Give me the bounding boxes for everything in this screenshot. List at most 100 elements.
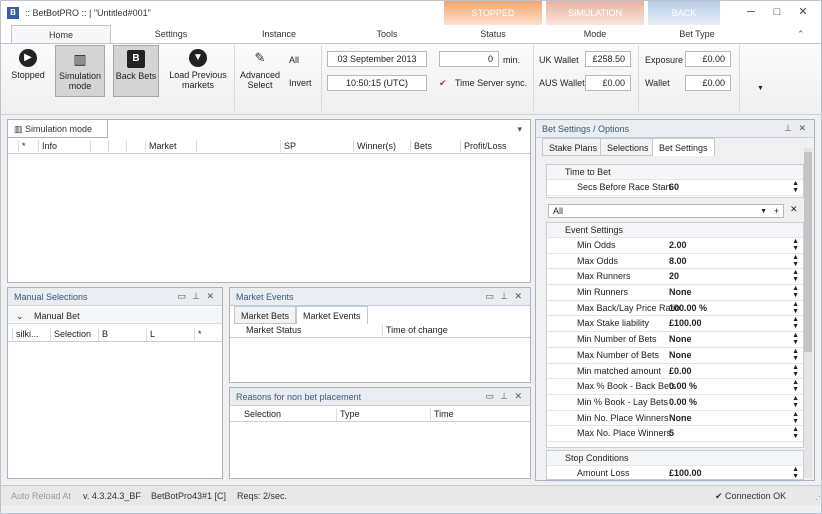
setting-row[interactable]: Min % Book - Lay Bets 0.00 % ▲ ▼ [547, 395, 803, 411]
col-selection[interactable]: Selection [234, 408, 281, 422]
setting-value[interactable]: 8.00 [669, 254, 687, 269]
setting-row[interactable]: Max Stake liability £100.00 ▲ ▼ [547, 316, 803, 333]
app-logo-icon[interactable]: B [7, 7, 19, 19]
resize-grip-icon[interactable]: ⋰ [809, 486, 822, 506]
tab-settings[interactable]: Settings [121, 25, 221, 43]
setting-row[interactable]: Min Number of Bets None ▲ ▼ [547, 332, 803, 348]
amount-loss-value[interactable]: £100.00 [669, 466, 702, 481]
close-icon[interactable]: ✕ [798, 123, 806, 134]
spinner-icon[interactable]: ▲ ▼ [792, 285, 799, 299]
setting-value[interactable]: 2.00 [669, 238, 687, 253]
setting-value[interactable]: 0.00 % [669, 379, 697, 394]
pin-icon[interactable]: ⊥ [500, 291, 508, 302]
spinner-icon[interactable]: ▲ ▼ [792, 269, 799, 283]
setting-value[interactable]: 5 [669, 426, 674, 441]
setting-row[interactable]: Min matched amount £0.00 ▲ ▼ [547, 364, 803, 380]
amount-loss-row[interactable]: Amount Loss £100.00 ▲ ▼ [547, 466, 803, 482]
col-selection[interactable]: Selection [50, 328, 91, 342]
col-time[interactable]: Time [430, 408, 454, 422]
col-info[interactable]: Info [38, 140, 57, 154]
tab-bet-type[interactable]: Bet Type [648, 25, 746, 43]
spinner-icon[interactable]: ▲ ▼ [792, 426, 799, 440]
secs-value[interactable]: 60 [669, 180, 679, 195]
setting-row[interactable]: Max No. Place Winners 5 ▲ ▼ [547, 426, 803, 442]
setting-value[interactable]: None [669, 411, 692, 426]
setting-value[interactable]: 20 [669, 269, 679, 284]
spinner-icon[interactable]: ▲ ▼ [792, 254, 799, 268]
col-blank-2[interactable] [108, 140, 112, 154]
window-icon[interactable]: ▭ [177, 291, 186, 302]
pin-icon[interactable]: ⊥ [500, 391, 508, 402]
event-settings-header[interactable]: Event Settings [547, 223, 803, 238]
plus-icon[interactable]: + [774, 205, 779, 218]
setting-row[interactable]: Max Number of Bets None ▲ ▼ [547, 348, 803, 364]
col-star[interactable]: * [18, 140, 26, 154]
close-icon[interactable]: ✕ [514, 391, 522, 402]
stop-conditions-header[interactable]: Stop Conditions [547, 451, 803, 466]
context-tab-stopped[interactable]: STOPPED [444, 1, 542, 25]
spinner-icon[interactable]: ▲ ▼ [792, 316, 799, 330]
col-market-status[interactable]: Market Status [234, 324, 302, 338]
col-market[interactable]: Market [145, 140, 177, 154]
panel-tab[interactable]: ▥ Simulation mode [8, 120, 108, 138]
spinner-icon[interactable]: ▲ ▼ [792, 180, 799, 194]
setting-value[interactable]: 0.00 % [669, 395, 697, 410]
col-blank-3[interactable] [126, 140, 130, 154]
time-to-bet-header[interactable]: Time to Bet [547, 165, 803, 180]
setting-row[interactable]: Max % Book - Back Bets 0.00 % ▲ ▼ [547, 379, 803, 395]
col-bets[interactable]: Bets [410, 140, 432, 154]
close-icon[interactable]: ✕ [791, 5, 815, 20]
back-bets-button[interactable]: B Back Bets [113, 45, 159, 97]
tab-stake-plans[interactable]: Stake Plans [542, 138, 605, 156]
close-icon[interactable]: ✕ [206, 291, 214, 302]
setting-row[interactable]: Max Back/Lay Price Ratio 100.00 % ▲ ▼ [547, 301, 803, 317]
advanced-select-button[interactable]: ✎ Advanced Select [237, 45, 283, 97]
tab-bet-settings[interactable]: Bet Settings [652, 138, 715, 156]
simulation-mode-button[interactable]: ▥ Simulation mode [55, 45, 105, 97]
time-server-sync-button[interactable]: Time Server sync. [455, 78, 527, 88]
window-icon[interactable]: ▭ [485, 291, 494, 302]
window-icon[interactable]: ▭ [485, 391, 494, 402]
maximize-icon[interactable]: □ [765, 5, 789, 20]
col-profit-loss[interactable]: Profit/Loss [460, 140, 507, 154]
col-blank-1[interactable] [90, 140, 94, 154]
col-sp[interactable]: SP [280, 140, 296, 154]
setting-row[interactable]: Min No. Place Winners None ▲ ▼ [547, 411, 803, 427]
setting-value[interactable]: £0.00 [669, 364, 692, 379]
tab-instance[interactable]: Instance [229, 25, 329, 43]
tab-mode[interactable]: Mode [546, 25, 644, 43]
col-l[interactable]: L [146, 328, 155, 342]
minutes-field[interactable]: 0 [439, 51, 499, 67]
scrollbar-thumb[interactable] [804, 152, 812, 352]
tab-tools[interactable]: Tools [337, 25, 437, 43]
setting-value[interactable]: None [669, 348, 692, 363]
col-time-of-change[interactable]: Time of change [382, 324, 448, 338]
spinner-icon[interactable]: ▲ ▼ [792, 466, 799, 480]
tab-market-bets[interactable]: Market Bets [234, 306, 297, 324]
close-filter-icon[interactable]: ✕ [790, 204, 798, 215]
setting-row[interactable]: Min Runners None ▲ ▼ [547, 285, 803, 301]
spinner-icon[interactable]: ▲ ▼ [792, 348, 799, 362]
col-silk[interactable]: silki... [12, 328, 39, 342]
date-field[interactable]: 03 September 2013 [327, 51, 427, 67]
spinner-icon[interactable]: ▲ ▼ [792, 411, 799, 425]
all-option[interactable]: All [289, 55, 299, 65]
setting-row[interactable]: Max Odds 8.00 ▲ ▼ [547, 254, 803, 270]
filter-dropdown[interactable]: All ▼ + [548, 204, 784, 218]
setting-value[interactable]: 100.00 % [669, 301, 707, 316]
pin-icon[interactable]: ⊥ [192, 291, 200, 302]
collapse-ribbon-icon[interactable]: ⌃ [797, 29, 805, 40]
spinner-icon[interactable]: ▲ ▼ [792, 364, 799, 378]
load-previous-markets-button[interactable]: ▼ Load Previous markets [163, 45, 233, 97]
tab-home[interactable]: Home [11, 25, 111, 43]
minimize-icon[interactable]: ─ [739, 5, 763, 20]
col-winners[interactable]: Winner(s) [353, 140, 396, 154]
setting-value[interactable]: None [669, 332, 692, 347]
setting-row[interactable]: Max Runners 20 ▲ ▼ [547, 269, 803, 286]
panel-dropdown-icon[interactable]: ▾ [517, 124, 522, 135]
secs-before-race-row[interactable]: Secs Before Race Start 60 ▲ ▼ [547, 180, 803, 196]
spinner-icon[interactable]: ▲ ▼ [792, 395, 799, 409]
context-tab-back[interactable]: BACK [648, 1, 720, 25]
tab-status[interactable]: Status [444, 25, 542, 43]
stopped-button[interactable]: ▶ Stopped [7, 45, 49, 97]
